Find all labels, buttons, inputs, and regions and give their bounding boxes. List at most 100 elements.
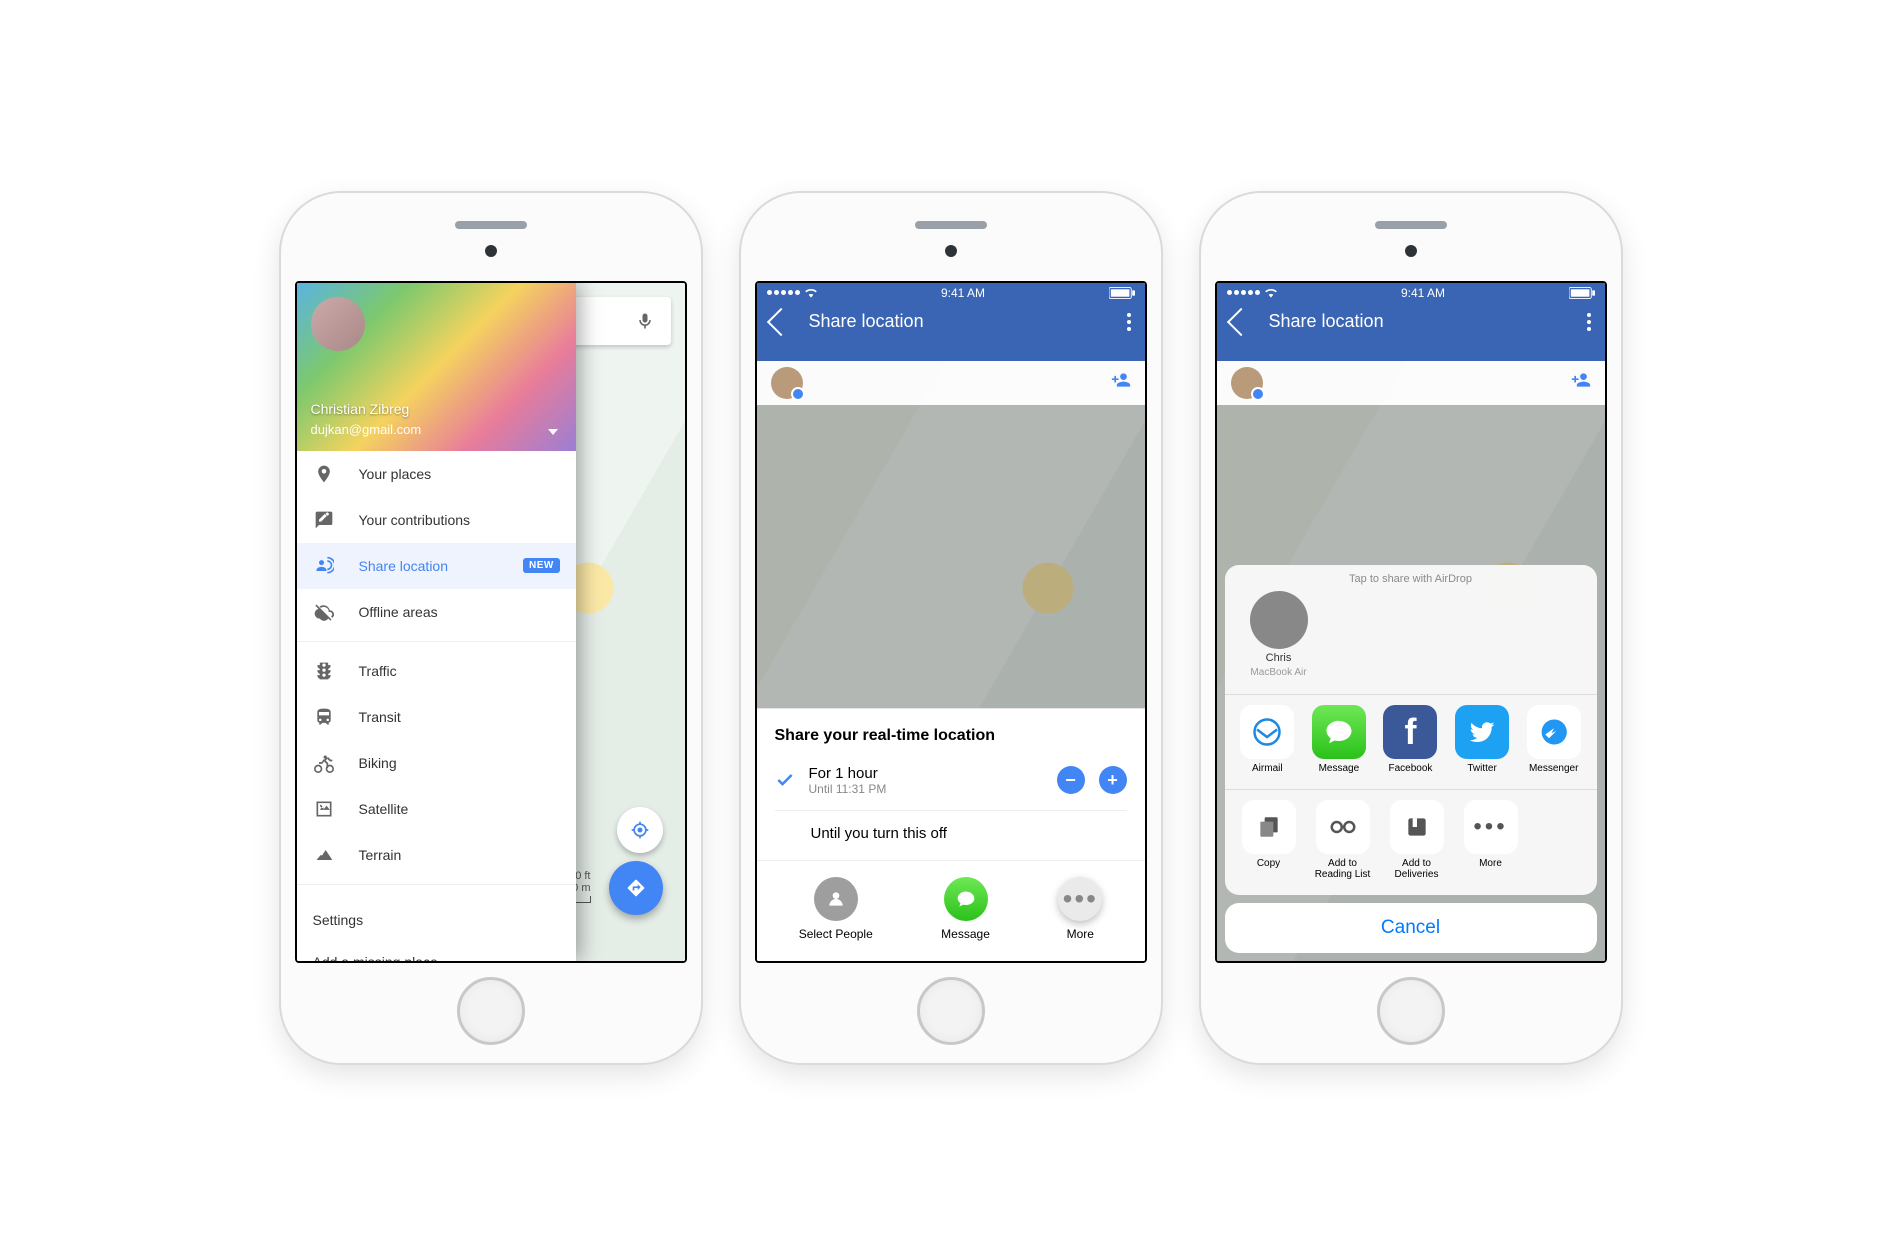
drawer-item-settings[interactable]: Settings	[297, 899, 576, 941]
share-action-more[interactable]: ••• More	[1459, 800, 1523, 881]
drawer-item-biking[interactable]: Biking	[297, 740, 576, 786]
drawer-item-transit[interactable]: Transit	[297, 694, 576, 740]
wifi-icon	[1264, 286, 1278, 300]
back-button[interactable]	[766, 307, 794, 335]
drawer-item-label: Biking	[359, 755, 397, 771]
decrease-duration-button[interactable]: −	[1057, 766, 1085, 794]
share-app-twitter[interactable]: Twitter	[1451, 705, 1513, 775]
status-time: 9:41 AM	[941, 286, 985, 300]
drawer-item-add-a-missing-place[interactable]: Add a missing place	[297, 941, 576, 961]
drawer-item-label: Traffic	[359, 663, 397, 679]
screen-ios-share: 9:41 AM Share location Tap to share with…	[1215, 281, 1607, 963]
phone-3: 9:41 AM Share location Tap to share with…	[1201, 193, 1621, 1063]
status-time: 9:41 AM	[1401, 286, 1445, 300]
cancel-button[interactable]: Cancel	[1225, 903, 1597, 953]
home-button[interactable]	[1377, 977, 1445, 1045]
drawer-item-traffic[interactable]: Traffic	[297, 648, 576, 694]
drawer-item-share-location[interactable]: Share locationNEW	[297, 543, 576, 589]
package-icon	[1390, 800, 1444, 854]
traffic-icon	[313, 661, 335, 681]
header-title: Share location	[809, 311, 924, 332]
airdrop-device: MacBook Air	[1250, 667, 1306, 678]
self-avatar[interactable]	[771, 367, 803, 399]
drawer-item-your-places[interactable]: Your places	[297, 451, 576, 497]
message-icon	[1312, 705, 1366, 759]
drawer-item-label: Your places	[359, 466, 432, 482]
airdrop-contact[interactable]: Chris MacBook Air	[1239, 591, 1319, 678]
battery-icon	[1109, 287, 1135, 299]
home-button[interactable]	[457, 977, 525, 1045]
phone-2: 9:41 AM Share location Share your real-t…	[741, 193, 1161, 1063]
share-app-facebook[interactable]: fFacebook	[1380, 705, 1442, 775]
avatar[interactable]	[311, 297, 365, 351]
message-icon	[944, 877, 988, 921]
navigation-drawer: Christian Zibreg dujkan@gmail.com Your p…	[297, 283, 576, 961]
wifi-icon	[804, 286, 818, 300]
rate-review-icon	[313, 510, 335, 530]
facebook-icon: f	[1383, 705, 1437, 759]
share-target-select[interactable]: Select People	[799, 877, 873, 941]
share-action-add-to-deliveries[interactable]: Add to Deliveries	[1385, 800, 1449, 881]
drawer-list: Your places Your contributionsShare locat…	[297, 451, 576, 961]
share-app-message[interactable]: Message	[1308, 705, 1370, 775]
option-label: Until you turn this off	[811, 825, 1127, 842]
directions-fab[interactable]	[609, 861, 663, 915]
drawer-item-label: Transit	[359, 709, 401, 725]
airdrop-hint: Tap to share with AirDrop	[1239, 573, 1583, 585]
increase-duration-button[interactable]: +	[1099, 766, 1127, 794]
drawer-item-terrain[interactable]: Terrain	[297, 832, 576, 878]
sheet-title: Share your real-time location	[757, 709, 1145, 755]
mic-icon[interactable]	[635, 311, 655, 331]
self-avatar[interactable]	[1231, 367, 1263, 399]
share-apps-row: Airmail Message fFacebook Twitter Messenger	[1225, 694, 1597, 789]
cloud-off-icon	[313, 602, 335, 622]
share-duration-sheet: Share your real-time location For 1 hour…	[757, 708, 1145, 961]
signal-icon	[1227, 286, 1278, 300]
action-label: More	[1479, 858, 1502, 870]
screen-drawer: 200 ft 50 m Christian Zibreg dujkan@gmai…	[295, 281, 687, 963]
ios-action-sheet: Tap to share with AirDrop Chris MacBook …	[1225, 565, 1597, 953]
airdrop-name: Chris	[1266, 652, 1292, 664]
more-icon: •••	[1058, 877, 1102, 921]
add-person-button[interactable]	[1571, 370, 1591, 396]
drawer-item-label: Settings	[313, 912, 364, 928]
duration-option-indefinite[interactable]: Until you turn this off	[757, 815, 1145, 852]
share-target-message[interactable]: Message	[941, 877, 990, 941]
action-label: Add to Deliveries	[1385, 858, 1449, 881]
add-person-button[interactable]	[1111, 370, 1131, 396]
drawer-item-label: Satellite	[359, 801, 409, 817]
share-targets-row: Select People Message ••• More	[757, 860, 1145, 961]
app-label: Twitter	[1467, 763, 1496, 775]
account-dropdown-icon[interactable]	[548, 429, 558, 435]
overflow-menu-button[interactable]	[1587, 313, 1591, 331]
select-icon	[814, 877, 858, 921]
drawer-header[interactable]: Christian Zibreg dujkan@gmail.com	[297, 283, 576, 451]
share-action-add-to-reading-list[interactable]: Add to Reading List	[1311, 800, 1375, 881]
share-target-more[interactable]: ••• More	[1058, 877, 1102, 941]
overflow-menu-button[interactable]	[1127, 313, 1131, 331]
action-label: Add to Reading List	[1311, 858, 1375, 881]
drawer-item-satellite[interactable]: Satellite	[297, 786, 576, 832]
app-label: Message	[1319, 763, 1360, 775]
option-sublabel: Until 11:31 PM	[809, 782, 1043, 796]
messenger-icon	[1527, 705, 1581, 759]
back-button[interactable]	[1226, 307, 1254, 335]
my-location-fab[interactable]	[617, 807, 663, 853]
target-label: More	[1067, 927, 1094, 941]
drawer-item-offline-areas[interactable]: Offline areas	[297, 589, 576, 635]
share-app-messenger[interactable]: Messenger	[1523, 705, 1585, 775]
add-person-icon	[1111, 370, 1131, 390]
more-icon: •••	[1464, 800, 1518, 854]
bike-icon	[313, 753, 335, 773]
duration-option-hour[interactable]: For 1 hour Until 11:31 PM − +	[757, 755, 1145, 806]
app-header: 9:41 AM Share location	[757, 283, 1145, 361]
battery-icon	[1569, 287, 1595, 299]
drawer-item-your-contributions[interactable]: Your contributions	[297, 497, 576, 543]
people-row	[757, 361, 1145, 405]
home-button[interactable]	[917, 977, 985, 1045]
option-label: For 1 hour	[809, 765, 1043, 782]
people-row	[1217, 361, 1605, 405]
status-bar: 9:41 AM	[757, 283, 1145, 303]
share-action-copy[interactable]: Copy	[1237, 800, 1301, 881]
share-app-airmail[interactable]: Airmail	[1237, 705, 1299, 775]
